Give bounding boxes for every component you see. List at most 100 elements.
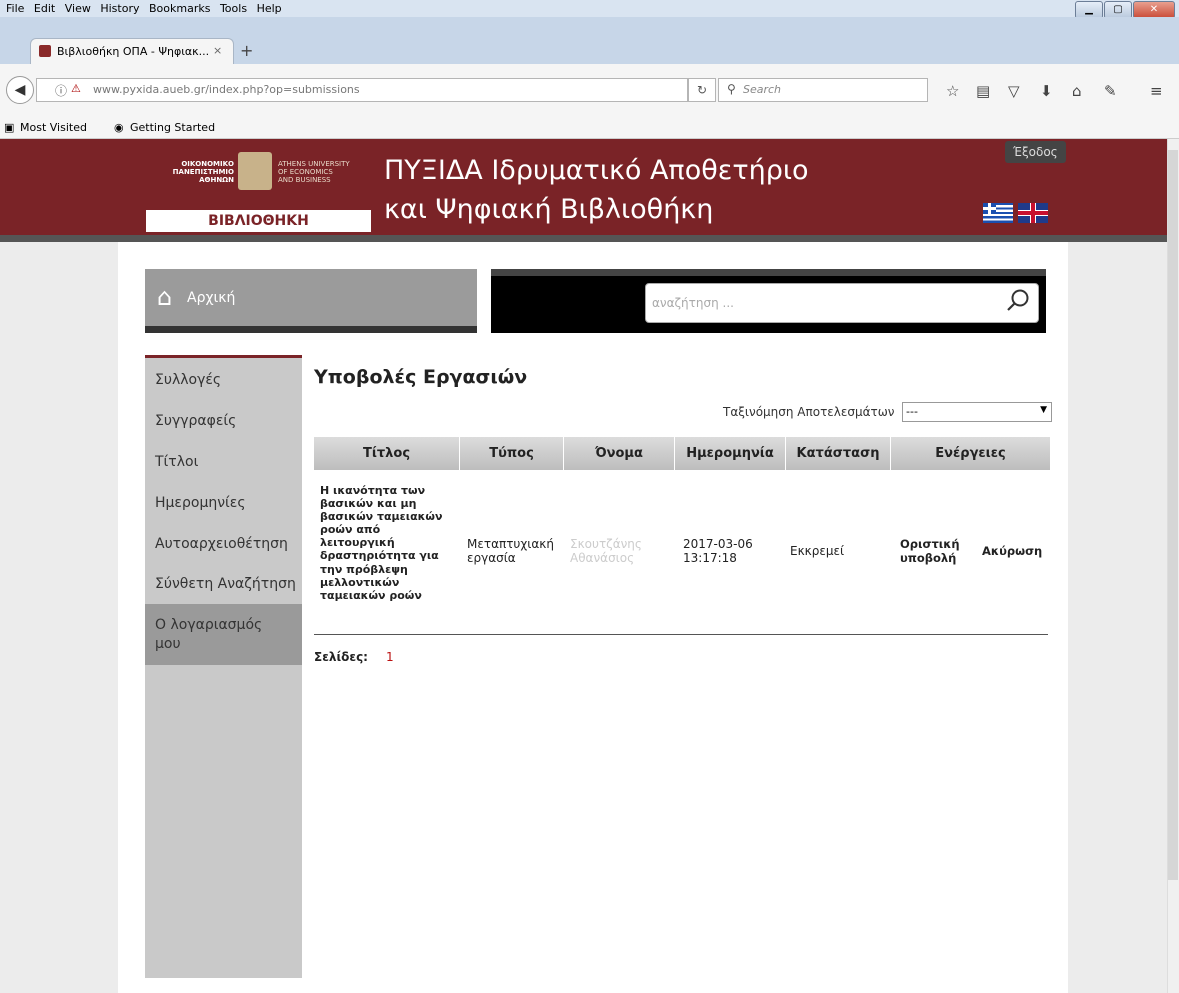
browser-search-field[interactable]: ⚲ Search <box>718 78 928 102</box>
home-button[interactable]: ⌂ Αρχική <box>145 269 477 333</box>
sort-select[interactable]: --- ▼ <box>902 402 1052 422</box>
pocket-icon[interactable]: ▽ <box>1008 82 1020 100</box>
getting-started-icon: ◉ <box>114 121 124 134</box>
navigation-bar: ◀ ⓘ ⚠ www.pyxida.aueb.gr/index.php?op=su… <box>0 64 1179 118</box>
insecure-lock-icon[interactable]: ⚠ <box>71 82 81 95</box>
site-search-input[interactable]: αναζήτηση ... <box>645 283 1039 323</box>
type-line: εργασία <box>467 551 516 565</box>
site-title-line2: και Ψηφιακή Βιβλιοθήκη <box>384 194 714 225</box>
tab-close-icon[interactable]: × <box>213 44 222 57</box>
magnifier-icon[interactable] <box>1006 288 1030 312</box>
reload-icon: ↻ <box>696 83 708 97</box>
submitter-name: Σκουτζάνης Αθανάσιος <box>570 537 660 565</box>
info-icon[interactable]: ⓘ <box>55 82 67 99</box>
logo-line: ΠΑΝΕΠΙΣΤΗΜΙΟ <box>172 168 234 176</box>
submission-title[interactable]: Η ικανότητα των βασικών και μη βασικών τ… <box>320 484 450 602</box>
date-line: 2017-03-06 <box>683 537 753 551</box>
col-title[interactable]: Τίτλος <box>314 446 459 461</box>
col-type[interactable]: Τύπος <box>460 446 563 461</box>
search-placeholder: Search <box>743 83 782 96</box>
cancel-link[interactable]: Ακύρωση <box>982 544 1042 558</box>
col-actions: Ενέργειες <box>935 446 1006 461</box>
bookmark-getting-started[interactable]: Getting Started <box>130 121 215 134</box>
extension-icon[interactable]: ✎ <box>1104 82 1117 100</box>
home-icon[interactable]: ⌂ <box>1072 82 1082 100</box>
address-bar[interactable]: ⓘ ⚠ www.pyxida.aueb.gr/index.php?op=subm… <box>36 78 688 102</box>
back-button[interactable]: ◀ <box>6 76 34 104</box>
sidebar-item-dates[interactable]: Ημερομηνίες <box>155 495 246 511</box>
bookmarks-toolbar: ▣ Most Visited ◉ Getting Started <box>0 117 1179 139</box>
menu-bookmarks[interactable]: Bookmarks <box>149 2 210 15</box>
menu-edit[interactable]: Edit <box>34 2 55 15</box>
sidebar-item-titles[interactable]: Τίτλοι <box>155 454 198 470</box>
page-title: Υποβολές Εργασιών <box>314 366 528 388</box>
title-line: λειτουργική <box>320 536 395 550</box>
menu-file[interactable]: File <box>6 2 24 15</box>
library-label[interactable]: ΒΙΒΛΙΟΘΗΚΗ <box>146 210 371 232</box>
title-line: ροών από <box>320 523 381 537</box>
university-logo-english[interactable]: ATHENS UNIVERSITY OF ECONOMICS AND BUSIN… <box>278 160 368 184</box>
table-header: Τίτλος Τύπος Όνομα Ημερομηνία Κατάσταση … <box>314 437 1050 470</box>
col-status[interactable]: Κατάσταση <box>786 446 890 461</box>
title-line: βασικών ταμειακών <box>320 510 443 524</box>
col-name[interactable]: Όνομα <box>564 446 674 461</box>
english-flag-icon[interactable] <box>1018 203 1048 223</box>
menu-tools[interactable]: Tools <box>220 2 247 15</box>
reading-list-icon[interactable]: ▤ <box>976 82 990 100</box>
title-line: Η ικανότητα των <box>320 484 426 497</box>
browser-tab[interactable]: Βιβλιοθήκη ΟΠΑ - Ψηφιακ... × <box>30 38 234 65</box>
table-bottom-rule <box>314 634 1048 635</box>
reload-button[interactable]: ↻ <box>688 78 716 102</box>
title-line: δραστηριότητα για <box>320 549 439 563</box>
sidebar-item-self-archiving[interactable]: Αυτοαρχειοθέτηση <box>155 536 288 552</box>
col-date[interactable]: Ημερομηνία <box>675 446 785 461</box>
submission-date: 2017-03-06 13:17:18 <box>683 537 773 565</box>
scrollbar-thumb[interactable] <box>1168 150 1178 880</box>
sidebar-item-my-account[interactable]: Ο λογαριασμός μου <box>155 616 285 654</box>
menu-view[interactable]: View <box>65 2 91 15</box>
site-title-line1: ΠΥΞΙΔΑ Ιδρυματικό Αποθετήριο <box>384 155 809 186</box>
back-arrow-icon: ◀ <box>14 82 26 98</box>
title-line: μελλοντικών <box>320 575 400 589</box>
sidebar-menu: Συλλογές Συγγραφείς Τίτλοι Ημερομηνίες Α… <box>145 355 302 675</box>
final-submit-link[interactable]: Οριστική υποβολή <box>900 537 960 565</box>
date-line: 13:17:18 <box>683 551 737 565</box>
logo-line: ΑΘΗΝΩΝ <box>199 176 234 184</box>
sidebar-item-authors[interactable]: Συγγραφείς <box>155 413 236 429</box>
greek-flag-icon[interactable] <box>983 203 1013 223</box>
submission-type: Μεταπτυχιακή εργασία <box>467 537 557 565</box>
sort-label: Ταξινόμηση Αποτελεσμάτων <box>723 405 895 419</box>
new-tab-button[interactable]: + <box>240 41 253 60</box>
hamburger-menu-icon[interactable]: ≡ <box>1150 82 1163 100</box>
title-line: την πρόβλεψη <box>320 562 408 576</box>
search-icon: ⚲ <box>727 82 736 96</box>
pagination-page-1[interactable]: 1 <box>386 650 394 664</box>
status-badge: Εκκρεμεί <box>790 544 845 558</box>
header-divider <box>0 235 1167 242</box>
menu-help[interactable]: Help <box>257 2 282 15</box>
home-icon: ⌂ <box>157 283 173 311</box>
logo-line: ATHENS UNIVERSITY <box>278 160 350 168</box>
logout-button[interactable]: Έξοδος <box>1005 141 1066 163</box>
menu-bar: File Edit View History Bookmarks Tools H… <box>0 0 1179 17</box>
logo-line: OF ECONOMICS <box>278 168 333 176</box>
name-line: Σκουτζάνης <box>570 537 642 551</box>
chevron-down-icon: ▼ <box>1040 405 1047 415</box>
flag-part <box>1031 203 1035 223</box>
download-icon[interactable]: ⬇ <box>1040 82 1053 100</box>
sidebar-item-advanced-search[interactable]: Σύνθετη Αναζήτηση <box>155 576 296 592</box>
university-seal-icon <box>238 152 272 190</box>
university-logo-greek[interactable]: ΟΙΚΟΝΟΜΙΚΟ ΠΑΝΕΠΙΣΤΗΜΙΟ ΑΘΗΝΩΝ <box>150 160 234 184</box>
url-text[interactable]: www.pyxida.aueb.gr/index.php?op=submissi… <box>93 83 360 96</box>
logo-line: AND BUSINESS <box>278 176 331 184</box>
final-line: υποβολή <box>900 551 957 565</box>
home-label: Αρχική <box>187 290 236 306</box>
sidebar-item-collections[interactable]: Συλλογές <box>155 372 221 388</box>
bookmark-most-visited[interactable]: Most Visited <box>20 121 87 134</box>
title-line: βασικών και μη <box>320 497 417 511</box>
menu-history[interactable]: History <box>100 2 139 15</box>
pagination-label: Σελίδες: <box>314 650 368 664</box>
logo-line: ΟΙΚΟΝΟΜΙΚΟ <box>181 160 234 168</box>
bookmark-star-icon[interactable]: ☆ <box>946 82 959 100</box>
favicon-icon <box>39 45 51 57</box>
